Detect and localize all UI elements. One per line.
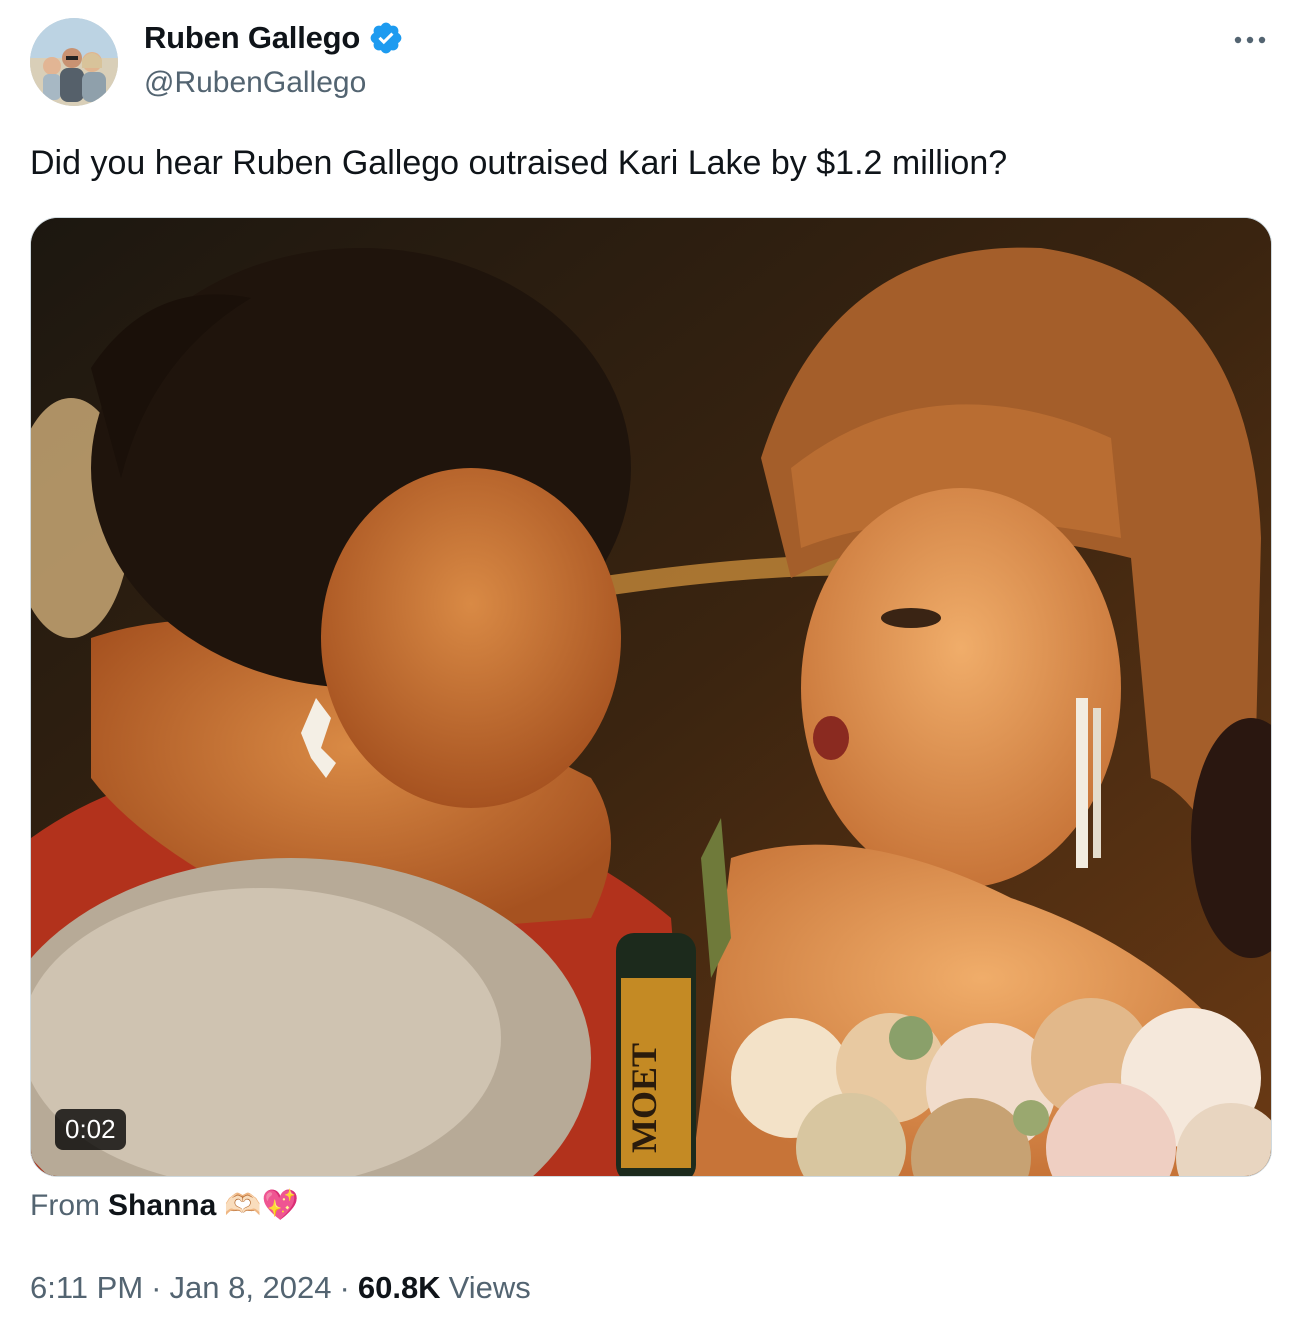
meta-separator: · [339, 1270, 350, 1305]
views-label: Views [448, 1270, 531, 1305]
attribution-prefix: From [30, 1188, 100, 1222]
more-horizontal-icon [1234, 36, 1266, 44]
avatar-photo [30, 18, 118, 106]
bottle-label: MOET [624, 1043, 664, 1153]
tweet-video[interactable]: MOET 0:02 [30, 217, 1272, 1177]
media-attribution: From Shanna 🫶🏻💖 [30, 1188, 299, 1223]
meta-separator: · [151, 1270, 162, 1305]
verified-badge-icon[interactable] [368, 20, 404, 56]
author-name-row: Ruben Gallego [144, 20, 404, 56]
tweet-date[interactable]: Jan 8, 2024 [169, 1270, 331, 1306]
tweet-meta: 6:11 PM · Jan 8, 2024 · 60.8K Views [30, 1270, 531, 1306]
more-options-button[interactable] [1228, 22, 1272, 58]
attribution-name-link[interactable]: Shanna [108, 1189, 216, 1223]
author-display-name[interactable]: Ruben Gallego [144, 20, 360, 56]
video-thumbnail: MOET [31, 218, 1271, 1176]
video-duration-badge: 0:02 [55, 1109, 126, 1150]
author-handle[interactable]: @RubenGallego [144, 66, 366, 100]
tweet-text: Did you hear Ruben Gallego outraised Kar… [30, 144, 1008, 182]
views-count: 60.8K [357, 1270, 441, 1305]
tweet-time[interactable]: 6:11 PM [30, 1270, 143, 1306]
author-avatar[interactable] [30, 18, 118, 106]
attribution-emoji: 🫶🏻💖 [224, 1189, 300, 1222]
